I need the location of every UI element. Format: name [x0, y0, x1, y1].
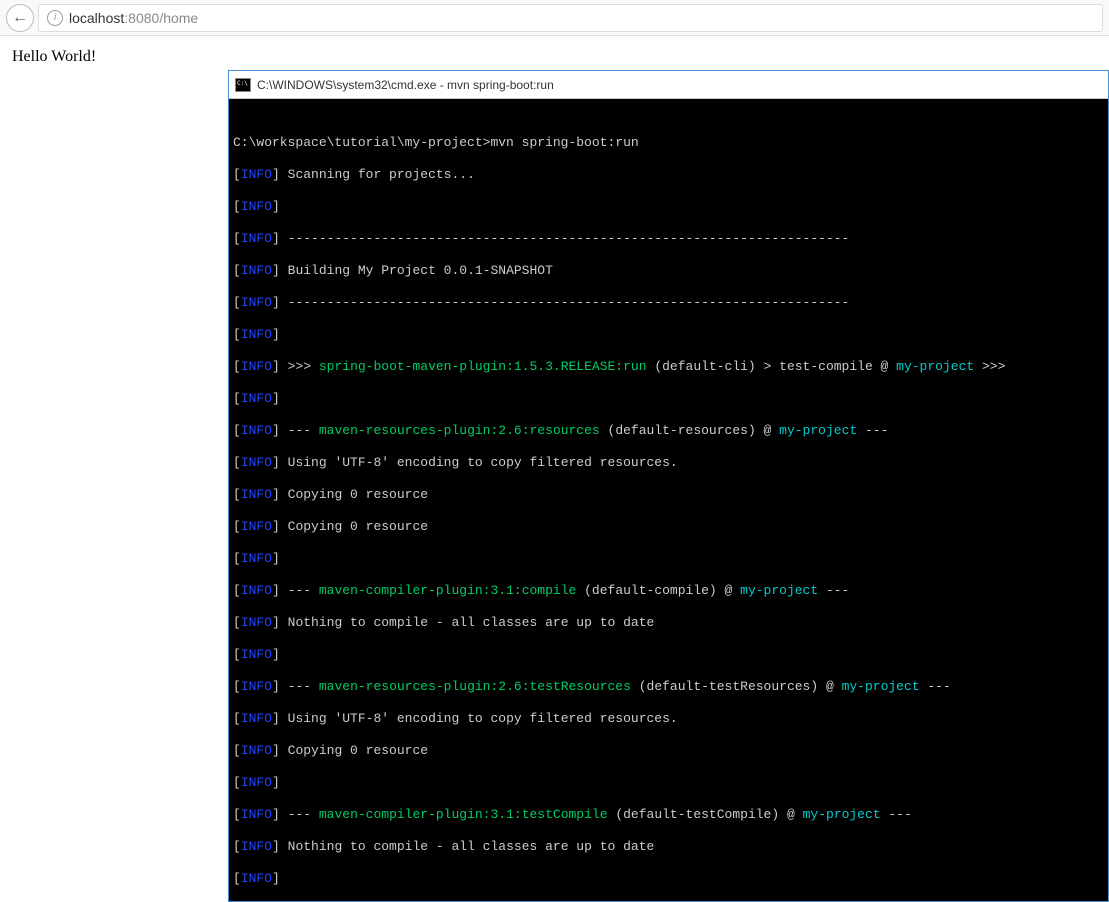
- url-path: /home: [159, 10, 198, 26]
- address-bar[interactable]: i localhost:8080/home: [38, 4, 1103, 32]
- url-host: localhost: [69, 10, 124, 26]
- terminal-title: C:\WINDOWS\system32\cmd.exe - mvn spring…: [257, 78, 554, 92]
- terminal-window[interactable]: C:\WINDOWS\system32\cmd.exe - mvn spring…: [228, 70, 1109, 902]
- browser-toolbar: ← i localhost:8080/home: [0, 0, 1109, 36]
- url-text: localhost:8080/home: [69, 10, 198, 26]
- info-icon[interactable]: i: [47, 10, 63, 26]
- terminal-body[interactable]: C:\workspace\tutorial\my-project>mvn spr…: [229, 99, 1108, 901]
- terminal-titlebar[interactable]: C:\WINDOWS\system32\cmd.exe - mvn spring…: [229, 71, 1108, 99]
- back-button[interactable]: ←: [6, 4, 34, 32]
- hello-text: Hello World!: [12, 48, 96, 65]
- cmd-icon: [235, 78, 251, 92]
- back-arrow-icon: ←: [12, 9, 28, 27]
- url-port: :8080: [124, 10, 159, 26]
